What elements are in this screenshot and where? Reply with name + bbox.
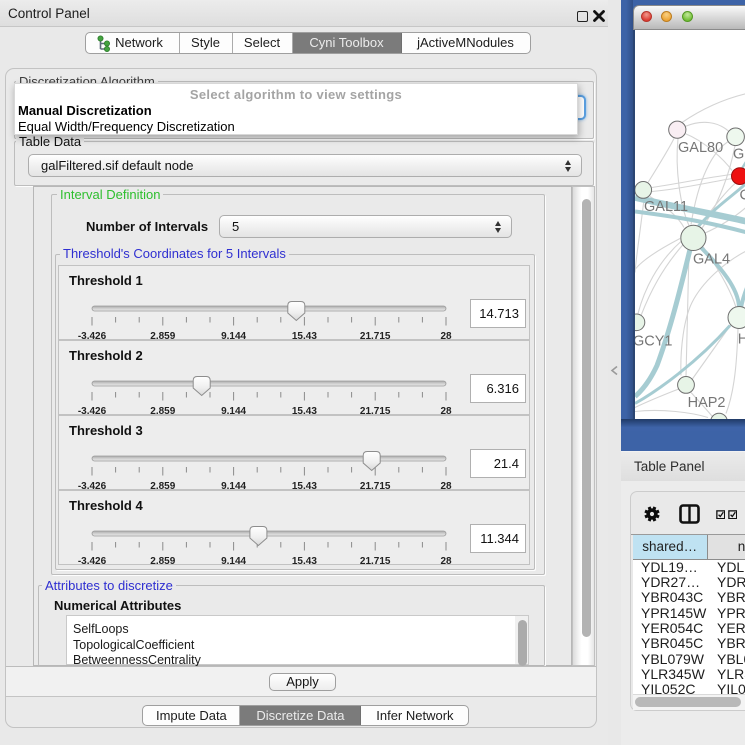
svg-text:9.144: 9.144 xyxy=(221,331,246,339)
svg-text:2.859: 2.859 xyxy=(150,331,175,339)
svg-text:2.859: 2.859 xyxy=(150,481,175,489)
svg-text:21.715: 21.715 xyxy=(360,556,391,564)
svg-text:21.715: 21.715 xyxy=(360,481,391,489)
svg-text:G.: G. xyxy=(733,146,745,162)
svg-text:15.43: 15.43 xyxy=(292,406,317,414)
svg-text:2.859: 2.859 xyxy=(150,406,175,414)
svg-text:HA: HA xyxy=(738,331,745,347)
svg-text:C: C xyxy=(740,187,745,203)
svg-text:15.43: 15.43 xyxy=(292,556,317,564)
svg-text:-3.426: -3.426 xyxy=(78,481,107,489)
svg-text:-3.426: -3.426 xyxy=(78,331,107,339)
svg-text:HAP2: HAP2 xyxy=(688,395,726,411)
svg-text:15.43: 15.43 xyxy=(292,331,317,339)
svg-text:28: 28 xyxy=(440,331,452,339)
svg-text:-3.426: -3.426 xyxy=(78,556,107,564)
svg-text:28: 28 xyxy=(440,406,452,414)
svg-text:GAL80: GAL80 xyxy=(678,139,723,155)
svg-text:21.715: 21.715 xyxy=(360,406,391,414)
svg-text:9.144: 9.144 xyxy=(221,556,246,564)
svg-text:2.859: 2.859 xyxy=(150,556,175,564)
svg-text:GAL4: GAL4 xyxy=(693,251,730,267)
svg-text:15.43: 15.43 xyxy=(292,481,317,489)
svg-text:9.144: 9.144 xyxy=(221,481,246,489)
svg-text:28: 28 xyxy=(440,556,452,564)
svg-text:9.144: 9.144 xyxy=(221,406,246,414)
svg-text:21.715: 21.715 xyxy=(360,331,391,339)
svg-text:28: 28 xyxy=(440,481,452,489)
svg-text:-3.426: -3.426 xyxy=(78,406,107,414)
svg-text:GAL11: GAL11 xyxy=(644,198,688,214)
svg-text:GCY1: GCY1 xyxy=(635,333,673,349)
